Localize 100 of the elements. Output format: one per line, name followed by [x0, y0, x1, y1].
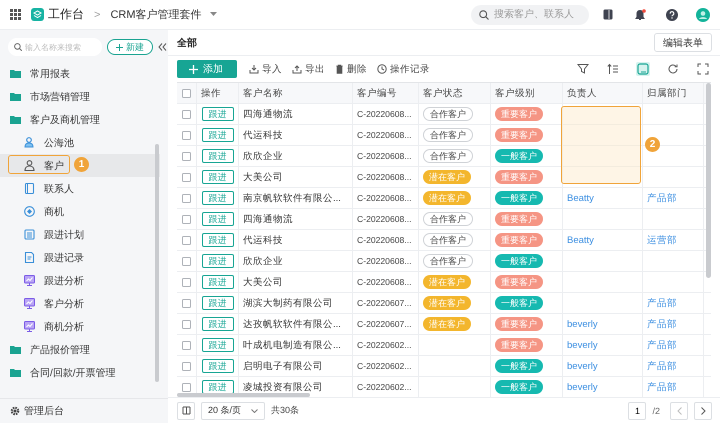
sidebar-item[interactable]: 跟进记录: [0, 246, 160, 269]
owner-cell: beverly: [563, 377, 643, 397]
collapse-icon[interactable]: [158, 43, 167, 51]
level-tag: 一般客户: [495, 191, 543, 205]
next-page-button[interactable]: [694, 402, 712, 420]
search-input[interactable]: 输入名称来搜索: [25, 42, 99, 52]
checkbox[interactable]: [182, 194, 191, 202]
level-tag: 一般客户: [495, 359, 543, 373]
sidebar-item[interactable]: 客户分析: [0, 292, 160, 315]
checkbox[interactable]: [182, 298, 191, 308]
status-tag: 潜在客户: [423, 317, 471, 331]
sidebar-item[interactable]: 合同/回款/开票管理: [0, 361, 160, 384]
help-icon[interactable]: [666, 8, 678, 20]
fullscreen-icon[interactable]: [697, 63, 709, 75]
sidebar-item[interactable]: 常用报表: [0, 62, 160, 85]
target-icon: [24, 206, 35, 217]
status-tag: 潜在客户: [423, 296, 471, 310]
sidebar-item[interactable]: 市场营销管理: [0, 85, 160, 108]
checkbox[interactable]: [182, 110, 191, 118]
sidebar-item[interactable]: 产品报价管理: [0, 338, 160, 361]
table-cell: C-20220608...: [353, 188, 419, 208]
toolbar-action[interactable]: 导入: [249, 62, 282, 76]
table-cell: C-20220607...: [353, 293, 419, 313]
apps-grid-icon[interactable]: [10, 9, 21, 20]
refresh-icon[interactable]: [667, 63, 679, 75]
page-total: /2: [652, 406, 660, 416]
callout-frame: [8, 155, 70, 174]
checkbox[interactable]: [182, 236, 191, 244]
table-cell: 四海通物流: [239, 104, 353, 124]
sidebar-item[interactable]: 客户 1: [0, 154, 160, 177]
owner-cell: beverly: [563, 335, 643, 355]
level-tag: 重要客户: [495, 338, 543, 352]
app-logo-icon: [31, 8, 44, 21]
department-cell: 运营部: [643, 230, 704, 250]
column-header: 客户级别: [491, 83, 563, 103]
status-tag: 合作客户: [423, 107, 473, 121]
folder-icon: [10, 345, 21, 354]
bell-icon[interactable]: [635, 8, 646, 20]
table-cell: C-20220608...: [353, 272, 419, 292]
level-tag: 重要客户: [495, 317, 543, 331]
owner-cell: beverly: [563, 356, 643, 376]
search-field[interactable]: 输入名称来搜索: [8, 38, 102, 56]
table-cell: 欣欣企业: [239, 251, 353, 271]
page-number-field[interactable]: 1: [628, 402, 646, 420]
sidebar-item[interactable]: 联系人: [0, 177, 160, 200]
toolbar-action[interactable]: 操作记录: [377, 62, 430, 76]
sidebar-item[interactable]: 跟进分析: [0, 269, 160, 292]
home-link[interactable]: 工作台: [48, 6, 84, 23]
checkbox[interactable]: [182, 320, 191, 328]
level-tag: 重要客户: [495, 233, 543, 247]
status-tag: 合作客户: [423, 233, 473, 247]
table-cell: C-20220608...: [353, 230, 419, 250]
checkbox[interactable]: [182, 214, 191, 224]
edit-form-button[interactable]: 编辑表单: [654, 33, 712, 52]
upload-icon: [292, 64, 302, 74]
person-icon: [24, 160, 35, 171]
checkbox[interactable]: [182, 88, 191, 98]
department-cell: 产品部: [643, 188, 704, 208]
toolbar-action[interactable]: 导出: [292, 62, 325, 76]
search-icon: [14, 43, 22, 51]
owner-cell: Beatty: [563, 188, 643, 208]
book-icon[interactable]: [603, 9, 613, 20]
avatar-icon[interactable]: [696, 8, 710, 22]
checkbox[interactable]: [182, 172, 191, 182]
table-cell: C-20220607...: [353, 314, 419, 334]
chart-icon: [24, 321, 35, 332]
checkbox[interactable]: [182, 340, 191, 350]
search-icon: [479, 10, 489, 20]
caret-down-icon[interactable]: [210, 12, 216, 17]
filter-icon[interactable]: [577, 63, 589, 75]
status-tag: 合作客户: [423, 149, 473, 163]
sidebar-item[interactable]: 客户及商机管理: [0, 108, 160, 131]
level-tag: 一般客户: [495, 254, 543, 268]
sort-icon[interactable]: [607, 63, 619, 75]
sidebar-item[interactable]: 商机分析: [0, 315, 160, 338]
status-tag: 潜在客户: [423, 170, 471, 184]
app-title[interactable]: CRM客户管理套件: [110, 7, 202, 22]
list-icon: [24, 229, 35, 240]
table-cell: 启明电子有限公司: [239, 356, 353, 376]
checkbox[interactable]: [182, 382, 191, 392]
sidebar-item[interactable]: 公海池: [0, 131, 160, 154]
table-cell: 达孜帆软软件有限公...: [239, 314, 353, 334]
sidebar-item[interactable]: 商机: [0, 200, 160, 223]
table-cell: 南京帆软软件有限公...: [239, 188, 353, 208]
checkbox[interactable]: [182, 278, 191, 286]
toolbar-action[interactable]: 删除: [335, 62, 367, 76]
checkbox[interactable]: [182, 130, 191, 140]
columns-icon: [182, 406, 190, 415]
checkbox[interactable]: [182, 362, 191, 370]
column-settings-button[interactable]: [177, 402, 195, 420]
chart-icon: [24, 298, 35, 309]
sidebar-item[interactable]: 跟进计划: [0, 223, 160, 246]
previous-page-button[interactable]: [670, 402, 688, 420]
checkbox[interactable]: [182, 256, 191, 266]
checkbox[interactable]: [182, 152, 191, 160]
plus-icon: [189, 64, 198, 74]
table-cell: C-20220608...: [353, 251, 419, 271]
page-size-select[interactable]: 20 条/页: [201, 402, 266, 420]
status-tag: 潜在客户: [423, 275, 471, 289]
table-cell: 大美公司: [239, 167, 353, 187]
